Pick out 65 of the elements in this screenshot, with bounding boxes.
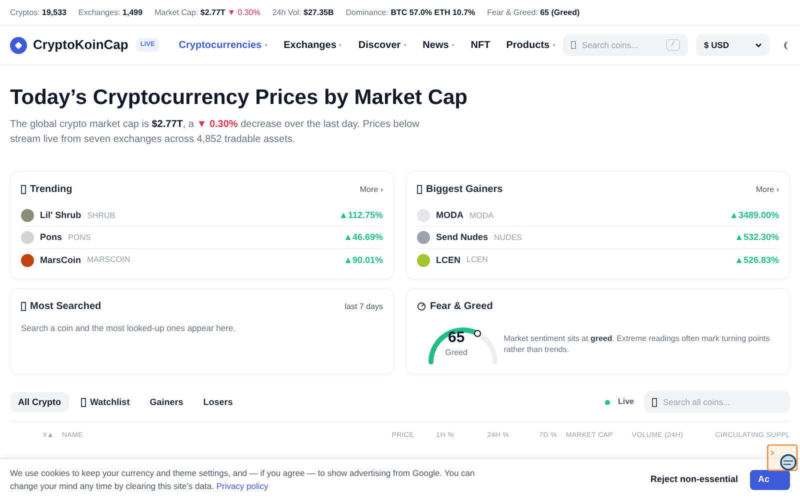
live-label: Live	[618, 396, 634, 408]
stat-item: Dominance: BTC 57.0% ETH 10.7%	[346, 6, 476, 18]
gauge-icon	[417, 302, 426, 312]
coin-symbol: SHRUB	[87, 210, 116, 222]
cookie-message: We use cookies to keep your currency and theme settings, and — if you agree — to show advertising from Google. You can change your mind any time by clearing this site’s data. Privacy policy	[10, 466, 476, 492]
coin-name[interactable]: MODA	[436, 209, 464, 222]
empty-message: Search a coin and the most looked-up ones appear here.	[21, 322, 237, 335]
nav-link[interactable]: NFT	[470, 38, 490, 52]
gauge-value: 65	[448, 330, 465, 346]
coin-name[interactable]: Pons	[40, 231, 62, 244]
placeholder-glyph-icon	[571, 41, 576, 49]
stat-item: Market Cap: $2.77T ▼ 0.30%	[154, 6, 260, 18]
placeholder-glyph-icon	[652, 398, 657, 407]
page-title: Today’s Cryptocurrency Prices by Market Cap	[10, 85, 468, 111]
filter-tab[interactable]: Gainers	[142, 392, 192, 412]
card-title: Trending	[30, 183, 72, 198]
coin-symbol: MODA	[470, 210, 494, 222]
logo-icon	[10, 36, 27, 54]
market-summary: The global crypto market cap is $2.77T, a ▼ 0.30% decrease over the last day. Prices below stream live from seven exchanges across 4,852 tradable assets.	[10, 118, 420, 148]
period-label: last 7 days	[344, 300, 383, 313]
more-link[interactable]: More ›	[756, 184, 779, 196]
nav-link[interactable]: Products	[506, 38, 556, 52]
privacy-link[interactable]: Privacy policy	[216, 480, 268, 490]
filter-tab[interactable]: All Crypto	[10, 392, 70, 412]
gauge-knob	[474, 330, 482, 338]
coin-symbol: NUDES	[494, 232, 522, 244]
stat-item: Cryptos: 19,533	[10, 6, 66, 18]
brand-name[interactable]: CryptoKoinCap	[33, 35, 128, 55]
price-change: ▲526.83%	[734, 254, 779, 266]
more-link[interactable]: More ›	[360, 184, 383, 196]
filter-tab[interactable]: Watchlist	[73, 392, 138, 412]
price-change: ▲112.75%	[339, 209, 383, 222]
placeholder-glyph-icon	[21, 302, 26, 312]
filter-tab[interactable]: Losers	[195, 392, 241, 412]
price-change: ▲46.69%	[344, 231, 383, 244]
chevron-down-icon	[755, 42, 762, 48]
placeholder-glyph-icon	[417, 185, 422, 194]
card-title: Most Searched	[30, 300, 102, 314]
coin-symbol: PONS	[68, 232, 91, 244]
stat-item: Exchanges: 1,499	[78, 6, 143, 18]
price-change: ▲3489.00%	[730, 209, 779, 222]
coin-name[interactable]: Send Nudes	[436, 231, 488, 244]
gauge-label: Greed	[445, 347, 468, 360]
price-change: ▲532.30%	[734, 231, 779, 244]
nav-link[interactable]: Discover	[358, 38, 407, 52]
reject-button[interactable]: Reject non-essential	[642, 472, 746, 486]
floating-widget-icon[interactable]	[767, 444, 799, 474]
card-title: Fear & Greed	[430, 300, 493, 314]
price-change: ▲90.01%	[344, 254, 383, 266]
coin-symbol: LCEN	[466, 254, 488, 266]
stat-item: Fear & Greed: 65 (Greed)	[487, 6, 580, 18]
placeholder-glyph-icon	[21, 185, 26, 194]
nav-link[interactable]: Exchanges	[284, 38, 342, 52]
nav-link[interactable]: News	[422, 38, 455, 52]
coin-symbol: MARSCOIN	[87, 254, 130, 266]
sentiment-note: Market sentiment sits at greed. Extreme readings often mark turning points rather than trends.	[504, 333, 771, 356]
moon-icon[interactable]	[782, 40, 790, 50]
accept-button[interactable]: Ac	[750, 470, 790, 490]
coin-name[interactable]: MarsCoin	[40, 254, 82, 267]
nav-link[interactable]: Cryptocurrencies	[178, 38, 268, 52]
coin-name[interactable]: Lil' Shrub	[40, 209, 82, 222]
card-title: Biggest Gainers	[426, 183, 503, 198]
coin-name[interactable]: LCEN	[436, 254, 460, 267]
currency-select[interactable]: $ USD	[696, 34, 770, 56]
stat-item: 24h Vol: $27.35B	[272, 6, 334, 18]
